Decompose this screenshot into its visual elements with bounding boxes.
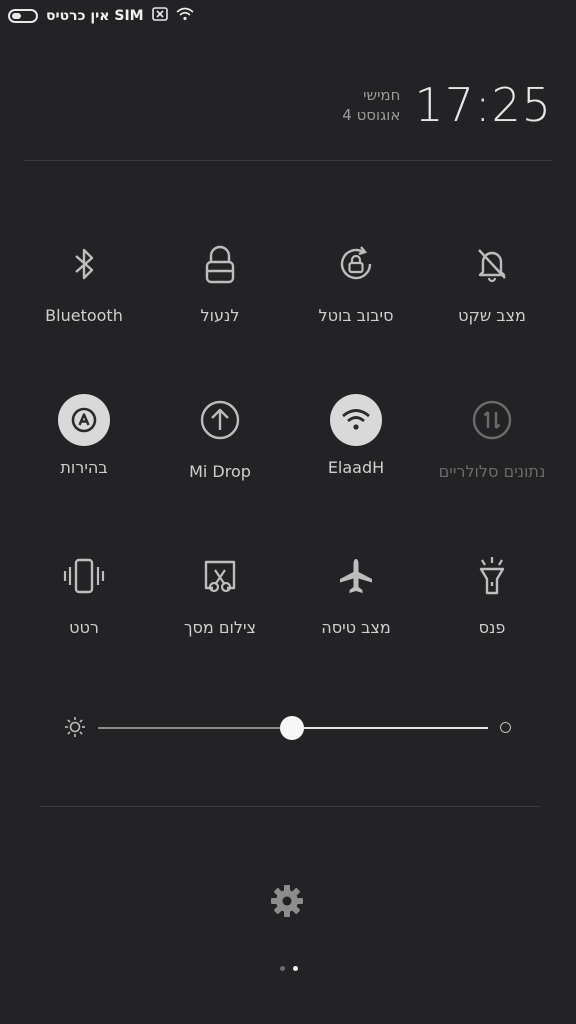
toggle-label: צילום מסך (183, 618, 257, 637)
toggle-lock[interactable]: לנעול (148, 234, 292, 325)
toggle-mobile-data[interactable]: נתונים סלולריים (420, 390, 564, 481)
toggle-label: Bluetooth (45, 306, 123, 325)
settings-gear-icon[interactable] (270, 884, 304, 922)
toggle-vibrate[interactable]: רטט (12, 546, 156, 637)
toggle-label: Mi Drop (189, 462, 251, 481)
brightness-slider[interactable] (60, 712, 516, 742)
brightness-track-filled (98, 727, 292, 729)
toggle-label: לנעול (200, 306, 240, 325)
toggle-flashlight[interactable]: פנס (420, 546, 564, 637)
brightness-min-icon (500, 722, 511, 733)
flashlight-icon (462, 546, 522, 606)
slider-divider (40, 806, 540, 807)
status-bar: אין כרטיס SIM (0, 0, 576, 32)
toggle-label: סיבוב בוטל (318, 306, 394, 325)
toggle-bluetooth[interactable]: Bluetooth (12, 234, 156, 325)
brightness-sun-icon (64, 716, 86, 742)
lock-icon (190, 234, 250, 294)
screenshot-icon (190, 546, 250, 606)
auto-brightness-icon (58, 394, 110, 446)
toggle-label: נתונים סלולריים (438, 462, 546, 481)
toggle-rotation[interactable]: סיבוב בוטל (284, 234, 428, 325)
wifi-icon (330, 394, 382, 446)
page-dot-current[interactable] (293, 966, 298, 971)
day-label: חמישי (363, 86, 401, 104)
mobile-data-icon (462, 390, 522, 450)
mi-drop-icon (190, 390, 250, 450)
clock-header: חמישי 4 אוגוסט 17:25 (342, 78, 552, 132)
wifi-icon (176, 6, 194, 25)
toggle-mi-drop[interactable]: Mi Drop (148, 390, 292, 481)
toggle-screenshot[interactable]: צילום מסך (148, 546, 292, 637)
toggle-wifi[interactable]: ElaadH (284, 390, 428, 477)
toggle-label: רטט (69, 618, 99, 637)
toggle-label: פנס (478, 618, 506, 637)
toggle-silent[interactable]: מצב שקט (420, 234, 564, 325)
vibrate-icon (54, 546, 114, 606)
status-bar-left: אין כרטיס SIM (8, 6, 194, 25)
bluetooth-icon (54, 234, 114, 294)
brightness-track-remaining (292, 727, 488, 729)
silent-bell-icon (462, 234, 522, 294)
page-dot[interactable] (280, 966, 285, 971)
brightness-thumb[interactable] (280, 716, 304, 740)
toggle-label: מצב שקט (458, 306, 526, 325)
rotation-lock-icon (326, 234, 386, 294)
header-divider (24, 160, 552, 161)
sim-blocked-icon (151, 6, 168, 25)
page-indicator (280, 966, 298, 971)
toggle-brightness-auto[interactable]: בהירות (12, 390, 156, 477)
toggle-airplane[interactable]: מצב טיסה (284, 546, 428, 637)
toggle-label: ElaadH (327, 458, 385, 477)
date-label: 4 אוגוסט (342, 106, 401, 124)
carrier-text: אין כרטיס SIM (46, 7, 144, 24)
date-block: חמישי 4 אוגוסט (342, 85, 400, 125)
toggle-label: בהירות (60, 458, 108, 477)
airplane-icon (326, 546, 386, 606)
battery-icon (8, 8, 38, 23)
toggle-label: מצב טיסה (321, 618, 391, 637)
clock-time[interactable]: 17:25 (414, 78, 552, 132)
